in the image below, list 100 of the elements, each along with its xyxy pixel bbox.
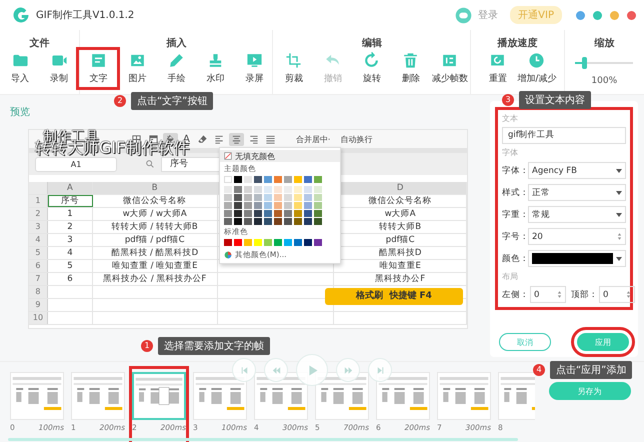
toolbar-button[interactable]: 水印 xyxy=(196,50,234,87)
color-swatch[interactable] xyxy=(234,218,242,225)
color-swatch[interactable] xyxy=(284,186,292,193)
color-swatch[interactable] xyxy=(304,186,312,193)
color-swatch[interactable] xyxy=(274,218,282,225)
color-swatch[interactable] xyxy=(314,202,322,209)
color-swatch[interactable] xyxy=(224,239,232,246)
color-swatch[interactable] xyxy=(254,210,262,217)
color-swatch[interactable] xyxy=(224,194,232,201)
menu-icon[interactable] xyxy=(593,10,602,20)
color-swatch[interactable] xyxy=(304,194,312,201)
color-swatch[interactable] xyxy=(264,218,272,225)
color-swatch[interactable] xyxy=(254,186,262,193)
color-swatch[interactable] xyxy=(264,186,272,193)
color-swatch[interactable] xyxy=(314,176,322,183)
toolbar-button[interactable]: 录制 xyxy=(40,50,78,87)
color-swatch[interactable] xyxy=(234,239,242,246)
toolbar-button[interactable]: 剪裁 xyxy=(274,50,313,87)
menu-item[interactable]: 无填充颜色 xyxy=(220,150,340,162)
text-input[interactable]: gif制作工具 xyxy=(502,127,626,144)
color-picker[interactable] xyxy=(528,250,626,267)
name-box[interactable]: A1 xyxy=(35,156,117,172)
color-swatch[interactable] xyxy=(314,218,322,225)
color-swatch[interactable] xyxy=(224,186,232,193)
toolbar-button[interactable]: 重置 xyxy=(478,50,517,87)
color-swatch[interactable] xyxy=(314,239,322,246)
number-spinner[interactable]: 20 xyxy=(528,228,626,245)
align-center-icon[interactable] xyxy=(230,134,242,144)
toolbar-button[interactable]: 录屏 xyxy=(235,50,274,87)
dropdown[interactable]: 正常 xyxy=(528,184,626,201)
toolbar-button[interactable]: 手绘 xyxy=(157,50,196,87)
toolbar-button[interactable]: 旋转 xyxy=(352,50,391,87)
color-swatch[interactable] xyxy=(224,210,232,217)
color-swatch[interactable] xyxy=(244,176,252,183)
dropdown[interactable]: Agency FB xyxy=(528,162,626,179)
color-swatch[interactable] xyxy=(304,202,312,209)
color-swatch[interactable] xyxy=(244,210,252,217)
color-swatch[interactable] xyxy=(314,210,322,217)
color-swatch[interactable] xyxy=(274,176,282,183)
ribbon-button[interactable]: 自动换行 xyxy=(340,134,372,144)
color-swatch[interactable] xyxy=(254,218,262,225)
color-swatch[interactable] xyxy=(264,176,272,183)
color-swatch[interactable] xyxy=(284,202,292,209)
color-swatch[interactable] xyxy=(294,194,302,201)
color-swatch[interactable] xyxy=(284,218,292,225)
justify-icon[interactable] xyxy=(264,134,276,144)
toolbar-button[interactable]: 增加/减少 xyxy=(518,50,556,87)
color-swatch[interactable] xyxy=(244,186,252,193)
color-swatch[interactable] xyxy=(274,194,282,201)
color-swatch[interactable] xyxy=(304,239,312,246)
color-swatch[interactable] xyxy=(294,218,302,225)
ribbon-button[interactable]: 合并居中· xyxy=(296,134,330,144)
toolbar-button[interactable]: 删除 xyxy=(392,50,430,87)
color-swatch[interactable] xyxy=(274,239,282,246)
number-spinner[interactable]: 0 xyxy=(530,286,566,303)
color-swatch[interactable] xyxy=(294,210,302,217)
color-swatch[interactable] xyxy=(294,176,302,183)
avatar-icon[interactable] xyxy=(455,6,472,24)
color-swatch[interactable] xyxy=(304,210,312,217)
color-swatch[interactable] xyxy=(244,194,252,201)
toolbar-button[interactable]: 图片 xyxy=(118,50,156,87)
spinner-arrows-icon[interactable] xyxy=(617,232,622,241)
dropdown[interactable]: 常规 xyxy=(528,206,626,223)
color-swatch[interactable] xyxy=(244,202,252,209)
color-swatch[interactable] xyxy=(264,210,272,217)
color-swatch[interactable] xyxy=(304,218,312,225)
frame-thumbnail[interactable] xyxy=(132,372,186,420)
color-swatch[interactable] xyxy=(294,202,302,209)
toolbar-button[interactable]: 文字 xyxy=(79,50,118,87)
color-swatch[interactable] xyxy=(234,176,242,183)
color-swatch[interactable] xyxy=(234,210,242,217)
color-swatch[interactable] xyxy=(244,218,252,225)
color-swatch[interactable] xyxy=(234,186,242,193)
color-swatch[interactable] xyxy=(274,202,282,209)
color-swatch[interactable] xyxy=(224,176,232,183)
color-swatch[interactable] xyxy=(274,210,282,217)
color-swatch[interactable] xyxy=(274,186,282,193)
color-swatch[interactable] xyxy=(244,239,252,246)
color-swatch[interactable] xyxy=(284,176,292,183)
color-swatch[interactable] xyxy=(224,218,232,225)
color-swatch[interactable] xyxy=(254,176,262,183)
spinner-arrows-icon[interactable] xyxy=(557,290,562,299)
color-swatch[interactable] xyxy=(284,194,292,201)
number-spinner[interactable]: 0 xyxy=(599,286,635,303)
color-swatch[interactable] xyxy=(254,194,262,201)
eraser-icon[interactable] xyxy=(196,134,208,144)
color-swatch[interactable] xyxy=(234,194,242,201)
color-swatch[interactable] xyxy=(314,194,322,201)
color-swatch[interactable] xyxy=(254,202,262,209)
toolbar-button[interactable]: 导入 xyxy=(1,50,40,87)
align-right-icon[interactable] xyxy=(248,134,259,144)
color-swatch[interactable] xyxy=(294,186,302,193)
skin-icon[interactable] xyxy=(576,10,585,20)
align-left-icon[interactable] xyxy=(214,134,225,144)
close-icon[interactable] xyxy=(627,10,636,20)
select-all-corner[interactable] xyxy=(29,182,48,194)
spinner-arrows-icon[interactable] xyxy=(626,290,631,299)
color-swatch[interactable] xyxy=(224,202,232,209)
color-swatch[interactable] xyxy=(264,239,272,246)
color-swatch[interactable] xyxy=(264,194,272,201)
